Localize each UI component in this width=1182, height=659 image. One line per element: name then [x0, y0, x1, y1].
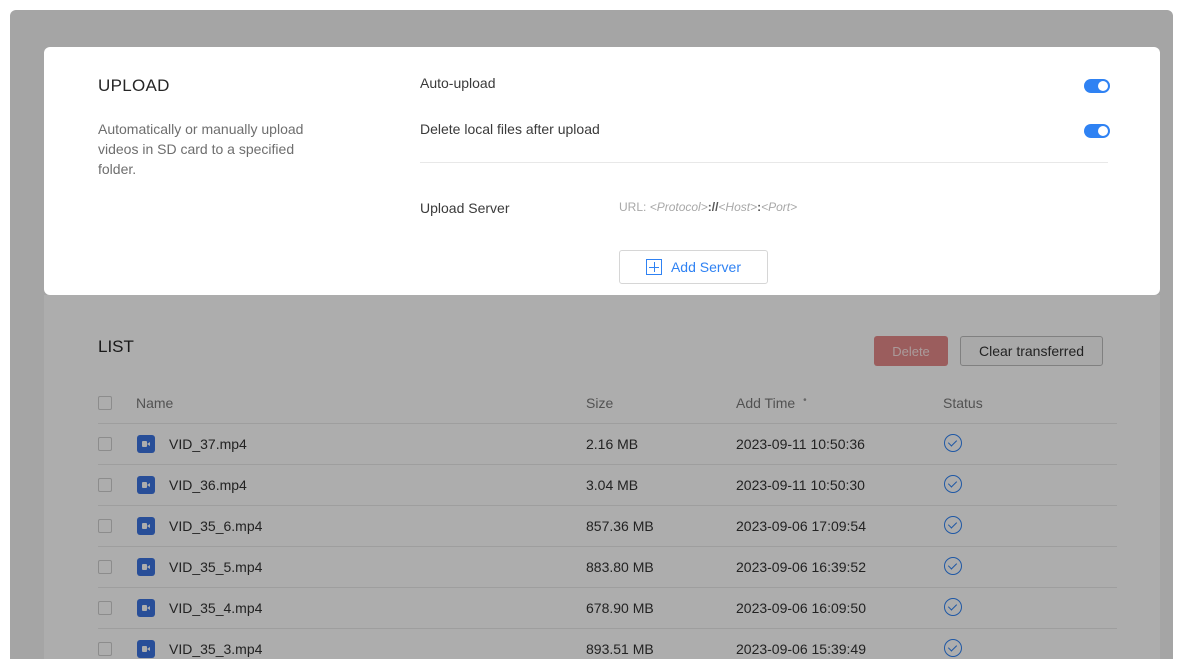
upload-server-label: Upload Server	[420, 200, 510, 216]
delete-local-toggle[interactable]	[1084, 124, 1110, 138]
add-server-label: Add Server	[670, 259, 742, 275]
url-port: <Port>	[761, 200, 798, 214]
upload-settings-card: UPLOAD Automatically or manually upload …	[44, 47, 1160, 295]
settings-page: LIST Delete Clear transferred Name Size …	[10, 10, 1173, 659]
delete-local-label: Delete local files after upload	[420, 121, 600, 137]
auto-upload-label: Auto-upload	[420, 75, 496, 91]
url-prefix: URL:	[619, 200, 650, 214]
url-protocol: <Protocol>	[649, 200, 708, 214]
upload-description: Automatically or manually upload videos …	[98, 121, 304, 177]
url-separator: ://	[707, 200, 719, 214]
upload-title: UPLOAD	[98, 76, 170, 95]
plus-square-icon	[645, 259, 662, 275]
add-server-button[interactable]: Add Server	[619, 250, 768, 284]
divider	[420, 162, 1108, 163]
upload-server-url-hint: URL: <Protocol>://<Host>:<Port>	[619, 200, 797, 214]
auto-upload-toggle[interactable]	[1084, 79, 1110, 93]
url-host: <Host>	[718, 200, 758, 214]
